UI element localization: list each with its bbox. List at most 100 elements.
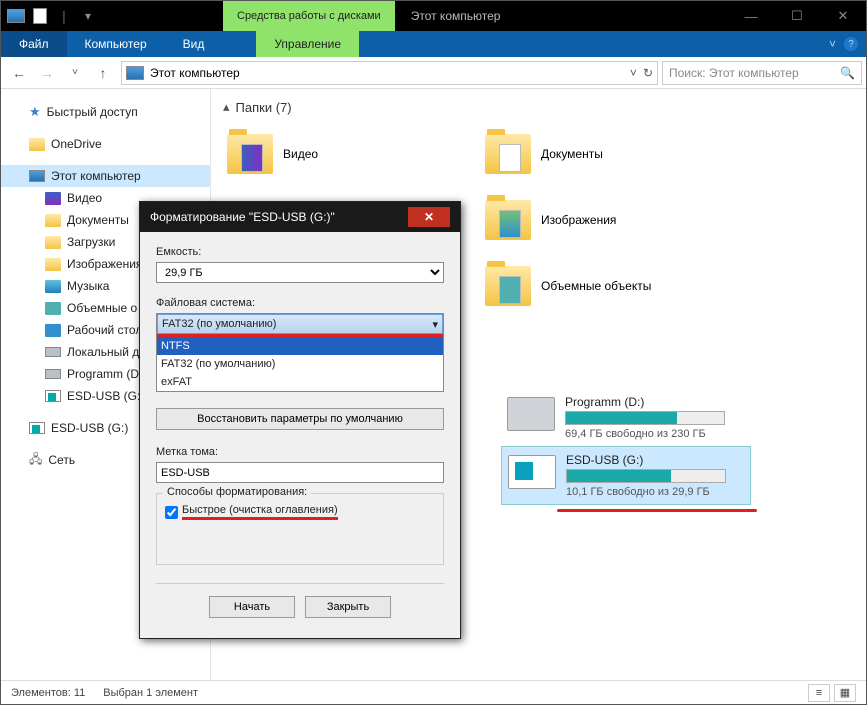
drive-free: 69,4 ГБ свободно из 230 ГБ xyxy=(565,428,745,440)
status-selection: Выбран 1 элемент xyxy=(103,687,198,699)
ribbon-tab-view[interactable]: Вид xyxy=(165,31,223,57)
thispc-icon xyxy=(126,66,144,80)
folder-icon xyxy=(45,280,61,293)
qat-dropdown[interactable]: ▾ xyxy=(77,5,99,27)
usb-icon xyxy=(45,390,61,402)
address-bar-row: ← → ˅ ↑ Этот компьютер ˅ ↻ Поиск: Этот к… xyxy=(1,57,866,89)
file-tab[interactable]: Файл xyxy=(1,31,67,57)
nav-quick-access[interactable]: ★Быстрый доступ xyxy=(1,101,210,123)
drive-item-programm[interactable]: Programm (D:) 69,4 ГБ свободно из 230 ГБ xyxy=(501,389,751,446)
folder-icon xyxy=(485,200,531,240)
folder-item-images[interactable]: Изображения xyxy=(481,189,731,251)
capacity-select[interactable]: 29,9 ГБ xyxy=(156,262,444,283)
folder-item-documents[interactable]: Документы xyxy=(481,123,731,185)
search-icon[interactable]: 🔍 xyxy=(840,66,855,80)
refresh-icon[interactable]: ↻ xyxy=(643,66,653,80)
folder-icon xyxy=(45,302,61,315)
capacity-label: Емкость: xyxy=(156,246,444,258)
search-placeholder: Поиск: Этот компьютер xyxy=(669,66,799,80)
address-bar[interactable]: Этот компьютер ˅ ↻ xyxy=(121,61,658,85)
folder-label: Видео xyxy=(283,147,318,161)
dialog-titlebar[interactable]: Форматирование "ESD-USB (G:)" ✕ xyxy=(140,202,460,232)
fs-option-ntfs[interactable]: NTFS xyxy=(157,337,443,355)
usb-drive-icon xyxy=(508,455,556,489)
status-bar: Элементов: 11 Выбран 1 элемент ≡ ▦ xyxy=(1,680,866,704)
maximize-button[interactable]: ☐ xyxy=(774,1,820,31)
close-button[interactable]: ✕ xyxy=(820,1,866,31)
help-icon[interactable]: ? xyxy=(844,37,858,51)
system-icon[interactable] xyxy=(5,5,27,27)
drive-item-esd-usb[interactable]: ESD-USB (G:) 10,1 ГБ свободно из 29,9 ГБ xyxy=(501,446,751,505)
start-button[interactable]: Начать xyxy=(209,596,295,618)
volume-label-label: Метка тома: xyxy=(156,446,444,458)
contextual-tab-label: Средства работы с дисками xyxy=(223,1,395,31)
window-controls: — ☐ ✕ xyxy=(728,1,866,31)
status-count: Элементов: 11 xyxy=(11,687,85,699)
folder-icon xyxy=(45,192,61,205)
folders-section-header[interactable]: ▴ Папки (7) xyxy=(223,99,854,115)
drive-icon xyxy=(45,369,61,379)
quick-access-toolbar: | ▾ xyxy=(1,1,103,31)
qat-item[interactable] xyxy=(29,5,51,27)
usb-icon xyxy=(29,422,45,434)
folder-icon xyxy=(485,134,531,174)
quick-format-label: Быстрое (очистка оглавления) xyxy=(182,504,338,520)
cancel-button[interactable]: Закрыть xyxy=(305,596,391,618)
folder-icon xyxy=(227,134,273,174)
dialog-separator xyxy=(156,583,444,584)
ribbon-collapse-icon[interactable]: ˅ xyxy=(829,37,836,51)
ribbon-tab-manage[interactable]: Управление xyxy=(256,31,359,57)
address-dropdown-icon[interactable]: ˅ xyxy=(630,66,637,80)
nav-onedrive[interactable]: OneDrive xyxy=(1,133,210,155)
fs-option-fat32[interactable]: FAT32 (по умолчанию) xyxy=(157,355,443,373)
minimize-button[interactable]: — xyxy=(728,1,774,31)
annotation-underline xyxy=(557,509,757,512)
window-title: Этот компьютер xyxy=(395,1,517,31)
folder-icon xyxy=(45,214,61,227)
filesystem-combobox[interactable]: FAT32 (по умолчанию) ▾ NTFS FAT32 (по ум… xyxy=(156,313,444,392)
folder-label: Изображения xyxy=(541,213,616,227)
titlebar: | ▾ Средства работы с дисками Этот компь… xyxy=(1,1,866,31)
drive-name: Programm (D:) xyxy=(565,395,745,409)
drive-name: ESD-USB (G:) xyxy=(566,453,744,467)
dialog-title: Форматирование "ESD-USB (G:)" xyxy=(150,210,335,224)
volume-label-input[interactable] xyxy=(156,462,444,483)
back-button[interactable]: ← xyxy=(5,61,33,85)
up-button[interactable]: ↑ xyxy=(89,61,117,85)
forward-button[interactable]: → xyxy=(33,61,61,85)
ribbon-tab-computer[interactable]: Компьютер xyxy=(67,31,165,57)
view-details-icon[interactable]: ≡ xyxy=(808,684,830,702)
dialog-close-button[interactable]: ✕ xyxy=(408,207,450,227)
collapse-icon: ▴ xyxy=(223,99,230,115)
folder-label: Документы xyxy=(541,147,603,161)
format-options-group: Способы форматирования: Быстрое (очистка… xyxy=(156,493,444,565)
folder-item-video[interactable]: Видео xyxy=(223,123,473,185)
search-box[interactable]: Поиск: Этот компьютер 🔍 xyxy=(662,61,862,85)
star-icon: ★ xyxy=(29,104,41,120)
fs-option-exfat[interactable]: exFAT xyxy=(157,373,443,391)
restore-defaults-button[interactable]: Восстановить параметры по умолчанию xyxy=(156,408,444,430)
drive-icon xyxy=(507,397,555,431)
ribbon: Файл Компьютер Вид Управление ˅ ? xyxy=(1,31,866,57)
format-dialog: Форматирование "ESD-USB (G:)" ✕ Емкость:… xyxy=(139,201,461,639)
folder-icon xyxy=(45,258,61,271)
network-icon: 🖧 xyxy=(29,450,42,471)
capacity-bar xyxy=(566,469,726,483)
filesystem-selected: FAT32 (по умолчанию) xyxy=(162,318,276,330)
view-tiles-icon[interactable]: ▦ xyxy=(834,684,856,702)
folder-item-objects[interactable]: Объемные объекты xyxy=(481,255,731,317)
folder-icon xyxy=(29,138,45,151)
quick-format-row[interactable]: Быстрое (очистка оглавления) xyxy=(165,504,435,520)
explorer-window: | ▾ Средства работы с дисками Этот компь… xyxy=(0,0,867,705)
recent-button[interactable]: ˅ xyxy=(61,61,89,85)
drive-icon xyxy=(45,347,61,357)
filesystem-label: Файловая система: xyxy=(156,297,444,309)
nav-thispc[interactable]: Этот компьютер xyxy=(1,165,210,187)
quick-format-checkbox[interactable] xyxy=(165,506,178,519)
address-path: Этот компьютер xyxy=(150,66,240,80)
monitor-icon xyxy=(29,170,45,182)
folder-icon xyxy=(45,324,61,337)
folder-icon xyxy=(485,266,531,306)
capacity-bar xyxy=(565,411,725,425)
qat-sep: | xyxy=(53,5,75,27)
